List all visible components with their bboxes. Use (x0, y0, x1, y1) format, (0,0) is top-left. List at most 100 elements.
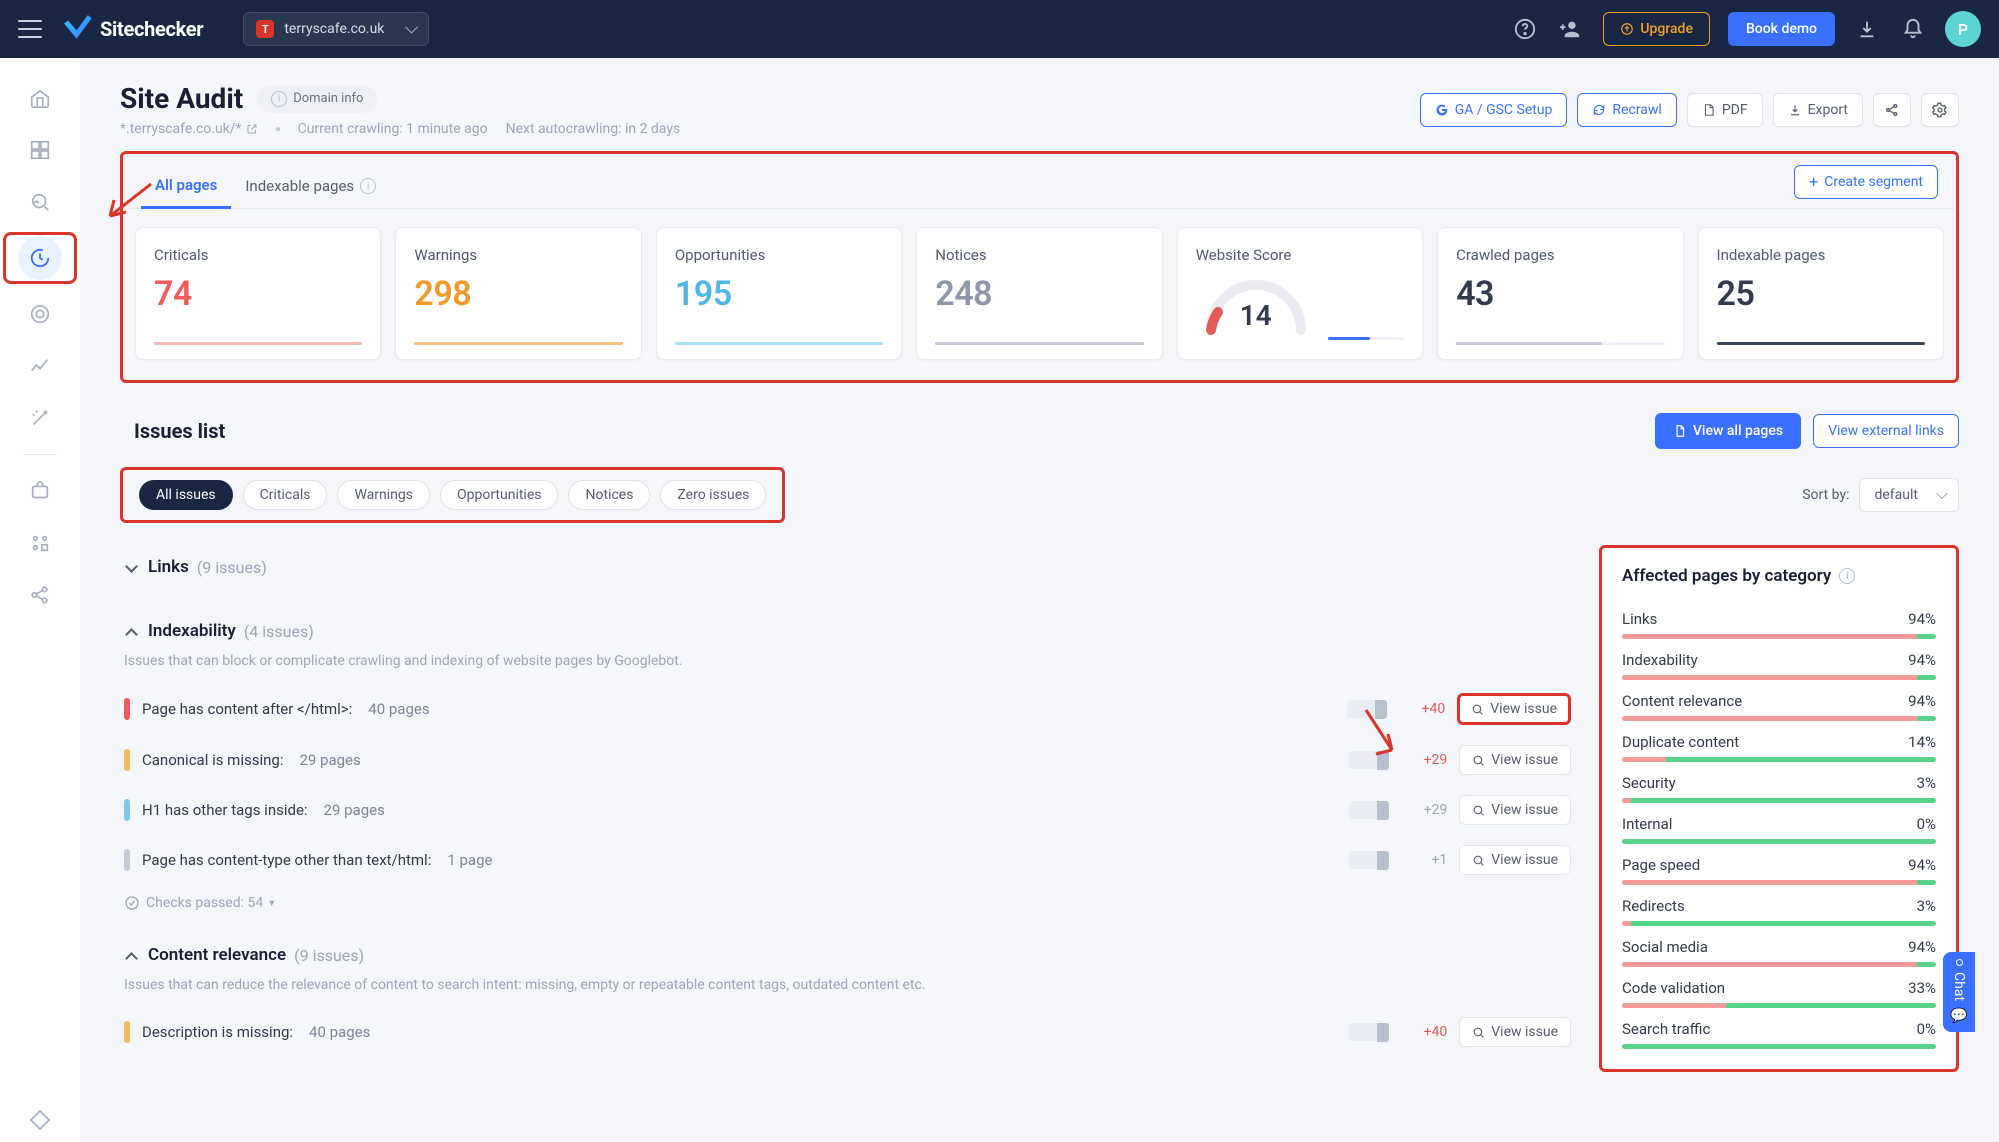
next-crawl: Next autocrawling: in 2 days (506, 121, 681, 137)
upgrade-icon (1620, 22, 1634, 36)
domain-info-button[interactable]: i Domain info (257, 85, 377, 113)
ga-gsc-setup-button[interactable]: GA / GSC Setup (1420, 93, 1568, 127)
sidebar-item-search[interactable] (18, 180, 62, 224)
card-notices[interactable]: Notices 248 (916, 227, 1162, 360)
card-indexable[interactable]: Indexable pages 25 (1698, 227, 1944, 360)
search-icon (1472, 1026, 1485, 1039)
check-circle-icon (124, 895, 140, 911)
issue-row: Page has content-type other than text/ht… (120, 835, 1575, 885)
download-icon[interactable] (1853, 15, 1881, 43)
card-opportunities[interactable]: Opportunities 195 (656, 227, 902, 360)
filter-warnings[interactable]: Warnings (337, 480, 430, 510)
sidebar-item-apps[interactable] (18, 521, 62, 565)
checks-passed[interactable]: Checks passed: 54 ▾ (120, 885, 1575, 911)
category-row[interactable]: Search traffic 0% (1622, 1010, 1936, 1051)
info-icon: i (271, 91, 287, 107)
category-bar (1622, 757, 1936, 762)
spark-icon (1349, 751, 1389, 769)
search-icon (1472, 754, 1485, 767)
filter-zero[interactable]: Zero issues (660, 480, 766, 510)
sidebar-item-trends[interactable] (18, 344, 62, 388)
sidebar-item-tools[interactable] (18, 469, 62, 513)
sidebar-item-magic[interactable] (18, 396, 62, 440)
category-row[interactable]: Code validation 33% (1622, 969, 1936, 1010)
category-row[interactable]: Security 3% (1622, 764, 1936, 805)
sidebar-item-audit[interactable] (3, 232, 77, 284)
tab-indexable-pages[interactable]: Indexable pages i (231, 165, 390, 207)
notifications-icon[interactable] (1899, 15, 1927, 43)
category-row[interactable]: Indexability 94% (1622, 641, 1936, 682)
menu-toggle-icon[interactable] (18, 20, 42, 38)
view-all-pages-button[interactable]: View all pages (1655, 413, 1801, 449)
pdf-button[interactable]: PDF (1687, 93, 1763, 127)
view-issue-button[interactable]: View issue (1457, 693, 1571, 725)
recrawl-button[interactable]: Recrawl (1577, 93, 1676, 127)
card-warnings[interactable]: Warnings 298 (395, 227, 641, 360)
main-content: Site Audit i Domain info *.terryscafe.co… (80, 58, 1999, 1142)
category-pct: 94% (1908, 610, 1936, 628)
pdf-icon (1702, 103, 1716, 117)
category-name: Internal (1622, 815, 1672, 833)
search-icon (1471, 703, 1484, 716)
chat-button[interactable]: Chat 💬 (1943, 952, 1975, 1032)
issue-delta: +29 (1401, 752, 1447, 768)
sidebar-item-extras[interactable] (18, 1098, 62, 1142)
group-indexability-head[interactable]: Indexability (4 issues) (120, 609, 1575, 653)
category-row[interactable]: Internal 0% (1622, 805, 1936, 846)
category-pct: 0% (1917, 1020, 1936, 1038)
info-icon[interactable]: i (1839, 568, 1855, 584)
view-issue-button[interactable]: View issue (1459, 795, 1571, 825)
share-icon (1884, 102, 1900, 118)
domain-select[interactable]: T terryscafe.co.uk (243, 12, 429, 46)
view-issue-button[interactable]: View issue (1459, 845, 1571, 875)
filter-all[interactable]: All issues (139, 480, 233, 510)
upgrade-button[interactable]: Upgrade (1603, 12, 1710, 46)
filter-opportunities[interactable]: Opportunities (440, 480, 559, 510)
group-content-relevance-desc: Issues that can reduce the relevance of … (120, 977, 1575, 1007)
logo[interactable]: Sitechecker (64, 15, 203, 43)
scope-label[interactable]: *.terryscafe.co.uk/* (120, 121, 258, 137)
sidebar-item-monitor[interactable] (18, 292, 62, 336)
category-row[interactable]: Social media 94% (1622, 928, 1936, 969)
category-row[interactable]: Redirects 3% (1622, 887, 1936, 928)
sidebar-item-home[interactable] (18, 76, 62, 120)
category-bar (1622, 716, 1936, 721)
spark-icon (1349, 801, 1389, 819)
add-user-icon[interactable] (1557, 15, 1585, 43)
refresh-icon (1592, 103, 1606, 117)
category-row[interactable]: Content relevance 94% (1622, 682, 1936, 723)
category-row[interactable]: Links 94% (1622, 600, 1936, 641)
overview-section: All pages Indexable pages i + Create seg… (120, 151, 1959, 383)
share-button[interactable] (1873, 93, 1911, 127)
card-score[interactable]: Website Score 14 (1177, 227, 1423, 360)
category-bar (1622, 1003, 1936, 1008)
category-row[interactable]: Page speed 94% (1622, 846, 1936, 887)
category-name: Content relevance (1622, 692, 1742, 710)
filter-criticals[interactable]: Criticals (243, 480, 328, 510)
avatar[interactable]: P (1945, 11, 1981, 47)
view-issue-button[interactable]: View issue (1459, 745, 1571, 775)
book-demo-button[interactable]: Book demo (1728, 12, 1835, 46)
card-crawled[interactable]: Crawled pages 43 (1437, 227, 1683, 360)
settings-button[interactable] (1921, 93, 1959, 127)
sort-select[interactable]: default (1859, 478, 1959, 512)
category-name: Indexability (1622, 651, 1698, 669)
export-button[interactable]: Export (1773, 93, 1863, 127)
card-criticals[interactable]: Criticals 74 (135, 227, 381, 360)
issue-row: Description is missing: 40 pages +40 Vie… (120, 1007, 1575, 1057)
category-pct: 33% (1908, 979, 1936, 997)
category-row[interactable]: Duplicate content 14% (1622, 723, 1936, 764)
sidebar-item-share[interactable] (18, 573, 62, 617)
info-icon: i (360, 178, 376, 194)
tab-all-pages[interactable]: All pages (141, 164, 231, 209)
help-icon[interactable] (1511, 15, 1539, 43)
topbar: Sitechecker T terryscafe.co.uk Upgrade B… (0, 0, 1999, 58)
view-issue-button[interactable]: View issue (1459, 1017, 1571, 1047)
file-icon (1673, 424, 1687, 438)
create-segment-button[interactable]: + Create segment (1794, 165, 1938, 199)
view-external-links-button[interactable]: View external links (1813, 414, 1959, 448)
filter-notices[interactable]: Notices (568, 480, 650, 510)
sidebar-item-dashboard[interactable] (18, 128, 62, 172)
group-links-head[interactable]: Links (9 issues) (120, 545, 1575, 589)
group-content-relevance-head[interactable]: Content relevance (9 issues) (120, 933, 1575, 977)
